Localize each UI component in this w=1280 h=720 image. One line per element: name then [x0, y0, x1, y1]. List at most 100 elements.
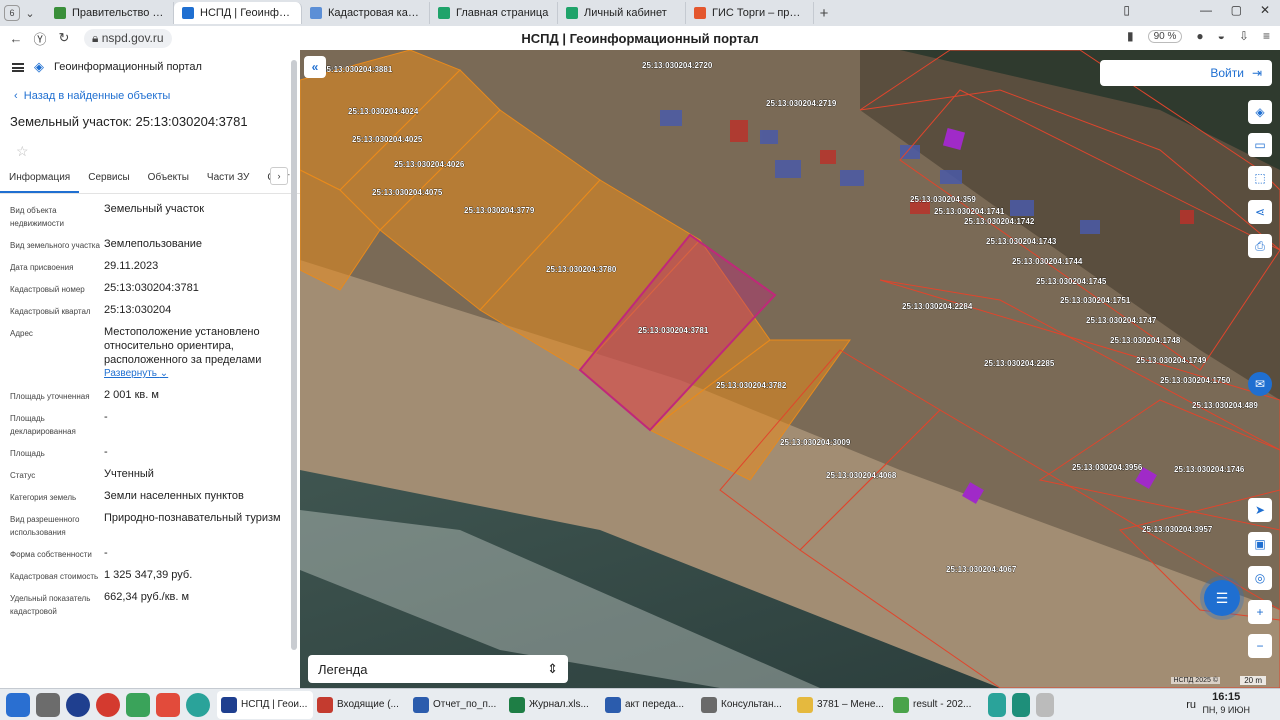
kontur-icon[interactable]: [988, 692, 1006, 717]
app-icon-teal[interactable]: [186, 692, 210, 717]
panel-tab[interactable]: Части ЗУ: [198, 172, 258, 193]
browser-tab[interactable]: ГИС Торги – продажи гос: [686, 2, 814, 24]
taskbar-item[interactable]: 3781 – Мене...: [793, 691, 889, 719]
tabs-menu-icon[interactable]: ⌄: [20, 3, 40, 23]
parcel-label[interactable]: 25:13:030204:4024: [348, 107, 419, 117]
parcel-label[interactable]: 25:13:030204:1744: [1012, 257, 1083, 267]
map-canvas[interactable]: 25:13:030204:3881 25:13:030204:4024 25:13:…: [300, 50, 1280, 688]
taskbar-item[interactable]: Отчет_по_п...: [409, 691, 505, 719]
yandex-browser-icon[interactable]: [66, 692, 90, 717]
minimap-icon[interactable]: ▣: [1248, 532, 1272, 556]
menu-icon[interactable]: ≡: [1263, 29, 1270, 43]
layers-tool[interactable]: ◈: [1248, 100, 1272, 124]
legend-selector[interactable]: Легенда ⇕: [308, 655, 568, 683]
support-chat-button[interactable]: ☰: [1204, 580, 1240, 616]
taskbar-item[interactable]: НСПД | Геои...: [217, 690, 313, 719]
parcel-label[interactable]: 25:13:030204:3782: [716, 381, 787, 391]
panel-tab[interactable]: Сервисы: [79, 172, 138, 193]
select-area-tool[interactable]: ⬚: [1248, 166, 1272, 190]
parcel-label[interactable]: 25:13:030204:2719: [766, 99, 837, 109]
parcel-label[interactable]: 25:13:030204:3957: [1142, 525, 1213, 535]
parcel-label[interactable]: 25:13:030204:2285: [984, 359, 1055, 369]
k-app-icon[interactable]: [1012, 692, 1030, 717]
parcel-label[interactable]: 25:13:030204:4067: [946, 565, 1017, 575]
keyboard-icon[interactable]: [1036, 692, 1054, 717]
parcel-label[interactable]: 25:13:030204:3881: [322, 65, 393, 75]
app-icon-green[interactable]: [126, 692, 150, 717]
parcel-label[interactable]: 25:13:030204:1751: [1060, 296, 1131, 306]
panel-tab[interactable]: Объекты: [139, 172, 198, 193]
parcel-label[interactable]: 25:13:030204:1750: [1160, 376, 1231, 386]
panel-tab[interactable]: Информация: [0, 172, 80, 193]
parcel-label[interactable]: 25:13:030204:489: [1192, 401, 1259, 411]
parcel-label[interactable]: 25:13:030204:2720: [642, 61, 713, 71]
parcel-label[interactable]: 25:13:030204:3781: [638, 326, 709, 336]
clock[interactable]: 16:15 ПН, 9 ИЮН: [1202, 691, 1250, 717]
close-window-button[interactable]: ✕: [1260, 3, 1270, 17]
map-view[interactable]: 25:13:030204:3881 25:13:030204:4024 25:13:…: [300, 50, 1280, 688]
parcel-label[interactable]: 25:13:030204:4026: [394, 160, 465, 170]
extension-icon-2[interactable]: ◒: [1218, 29, 1225, 43]
parcel-label[interactable]: 25:13:030204:1745: [1036, 277, 1107, 287]
parcel-label[interactable]: 25:13:030204:1742: [964, 217, 1035, 227]
parcel-label[interactable]: 25:13:030204:4075: [372, 188, 443, 198]
reload-icon[interactable]: ↻: [52, 30, 76, 46]
new-tab-button[interactable]: +: [814, 3, 834, 23]
locate-icon[interactable]: ➤: [1248, 498, 1272, 522]
parcel-label[interactable]: 25:13:030204:1748: [1110, 336, 1181, 346]
parcel-label[interactable]: 25:13:030204:4025: [352, 135, 423, 145]
print-icon[interactable]: ⎙: [1248, 234, 1272, 258]
files-icon[interactable]: [36, 692, 60, 717]
taskbar-item[interactable]: Консультан...: [697, 691, 793, 719]
taskbar-item[interactable]: Журнал.xls...: [505, 691, 601, 719]
collapse-panel-button[interactable]: «: [304, 56, 326, 78]
app-icon-red[interactable]: [96, 692, 120, 717]
maximize-button[interactable]: ▢: [1231, 3, 1242, 17]
share-icon[interactable]: ⋖: [1248, 200, 1272, 224]
parcel-label[interactable]: 25:13:030204:1749: [1136, 356, 1207, 366]
taskbar-item[interactable]: Входящие (...: [313, 691, 409, 719]
parcel-label[interactable]: 25:13:030204:3956: [1072, 463, 1143, 473]
expand-address-link[interactable]: Развернуть ⌄: [104, 367, 290, 381]
parcel-label[interactable]: 25:13:030204:1741: [934, 207, 1005, 217]
login-button[interactable]: Войти ⇥: [1100, 60, 1272, 86]
bookmark-page-icon[interactable]: ▮: [1127, 29, 1134, 43]
taskbar-item[interactable]: result - 202...: [889, 691, 985, 719]
back-icon[interactable]: ←: [4, 31, 28, 46]
measure-tool[interactable]: ▭: [1248, 133, 1272, 157]
parcel-label[interactable]: 25:13:030204:3780: [546, 265, 617, 275]
back-to-results-link[interactable]: ‹ Назад в найденные объекты: [14, 90, 300, 102]
parcel-label[interactable]: 25:13:030204:1747: [1086, 316, 1157, 326]
geolocation-icon[interactable]: ◎: [1248, 566, 1272, 590]
parcel-label[interactable]: 25:13:030204:3779: [464, 206, 535, 216]
tabs-scroll-right-icon[interactable]: ›: [270, 167, 288, 185]
browser-tab[interactable]: Правительство Приморс: [46, 2, 174, 24]
zoom-level[interactable]: 90 %: [1147, 29, 1183, 43]
downloads-icon[interactable]: ⇩: [1239, 29, 1249, 43]
minimize-button[interactable]: —: [1200, 3, 1212, 17]
parcel-label[interactable]: 25:13:030204:2284: [902, 302, 973, 312]
url-field[interactable]: 🔒︎ nspd.gov.ru: [84, 28, 172, 48]
language-indicator[interactable]: ru: [1186, 699, 1196, 711]
browser-tab[interactable]: НСПД | Геоинформацио: [174, 2, 302, 24]
browser-tab[interactable]: Личный кабинет: [558, 2, 686, 24]
parcel-label[interactable]: 25:13:030204:1746: [1174, 465, 1245, 475]
zoom-in-button[interactable]: +: [1248, 600, 1272, 624]
taskbar-item[interactable]: акт переда...: [601, 691, 697, 719]
start-star-icon[interactable]: [6, 692, 30, 717]
panel-scrollbar[interactable]: [291, 60, 297, 650]
menu-burger-icon[interactable]: [12, 62, 24, 72]
tab-counter[interactable]: 6: [4, 5, 20, 21]
bookmark-icon[interactable]: ▯: [1123, 3, 1130, 17]
yandex-icon[interactable]: Ⓨ: [28, 29, 52, 48]
app-icon-redsq[interactable]: [156, 692, 180, 717]
parcel-label[interactable]: 25:13:030204:359: [910, 195, 977, 205]
parcel-label[interactable]: 25:13:030204:3009: [780, 438, 851, 448]
zoom-out-button[interactable]: −: [1248, 634, 1272, 658]
favorite-star-icon[interactable]: ☆: [16, 143, 300, 160]
extension-icon[interactable]: ●: [1196, 29, 1203, 43]
feedback-chat-icon[interactable]: ✉: [1248, 372, 1272, 396]
parcel-label[interactable]: 25:13:030204:1743: [986, 237, 1057, 247]
browser-tab[interactable]: Главная страница: [430, 2, 558, 24]
parcel-label[interactable]: 25:13:030204:4068: [826, 471, 897, 481]
